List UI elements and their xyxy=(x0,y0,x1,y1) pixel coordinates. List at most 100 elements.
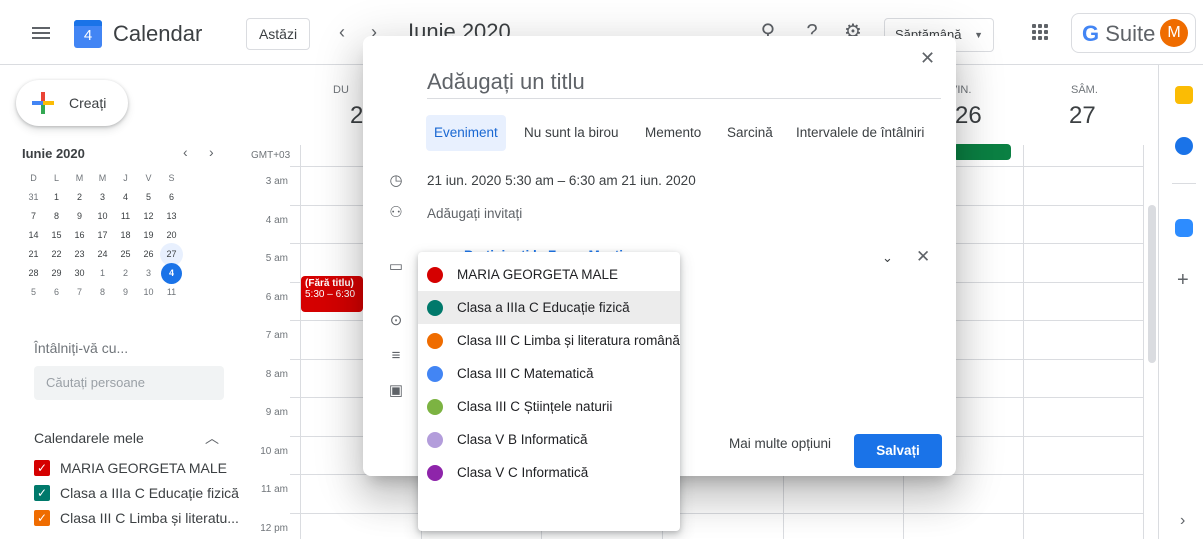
mini-calendar-day[interactable]: 25 xyxy=(114,245,137,264)
event-datetime[interactable]: 21 iun. 2020 5:30 am – 6:30 am 21 iun. 2… xyxy=(427,173,696,188)
mini-weekday-label: J xyxy=(123,173,128,183)
mini-calendar-day[interactable]: 3 xyxy=(91,188,114,207)
mini-calendar-day[interactable]: 22 xyxy=(45,245,68,264)
mini-calendar-day[interactable]: 23 xyxy=(68,245,91,264)
clock-icon: ◷ xyxy=(389,172,403,189)
event-time: 5:30 – 6:30 xyxy=(305,289,356,300)
keep-icon[interactable] xyxy=(1175,86,1193,104)
mini-calendar-day[interactable]: 13 xyxy=(160,207,183,226)
mini-calendar-day[interactable]: 27 xyxy=(160,243,183,266)
mini-calendar-day[interactable]: 26 xyxy=(137,245,160,264)
tab-appointment-slots[interactable]: Intervalele de întâlniri xyxy=(788,115,932,151)
avatar[interactable]: M xyxy=(1160,19,1188,47)
checkbox-checked-icon[interactable]: ✓ xyxy=(34,485,50,501)
mini-calendar-day[interactable]: 24 xyxy=(91,245,114,264)
remove-conference-icon[interactable]: ✕ xyxy=(916,247,930,267)
mini-calendar-day[interactable]: 8 xyxy=(91,283,114,302)
today-button[interactable]: Astăzi xyxy=(246,18,310,50)
save-button[interactable]: Salvați xyxy=(854,434,942,468)
mini-calendar-day[interactable]: 3 xyxy=(137,264,160,283)
mini-calendar-day[interactable]: 10 xyxy=(137,283,160,302)
event-title-input[interactable]: Adăugați un titlu xyxy=(427,69,941,99)
day-header-number-friday[interactable]: 26 xyxy=(955,102,982,130)
mini-calendar-day[interactable]: 17 xyxy=(91,226,114,245)
my-calendar-item[interactable]: ✓ MARIA GEORGETA MALE xyxy=(34,456,227,480)
mini-calendar-day[interactable]: 18 xyxy=(114,226,137,245)
previous-week-icon[interactable]: ‹ xyxy=(339,22,345,43)
add-guests-input[interactable]: Adăugați invitați xyxy=(427,206,522,221)
mini-calendar-day[interactable]: 9 xyxy=(114,283,137,302)
grid-scrollbar[interactable] xyxy=(1148,205,1156,363)
mini-calendar-day[interactable]: 6 xyxy=(45,283,68,302)
mini-prev-month-icon[interactable]: ‹ xyxy=(183,144,188,160)
mini-next-month-icon[interactable]: › xyxy=(209,144,214,160)
calendar-option[interactable]: Clasa V C Informatică xyxy=(418,456,680,489)
mini-calendar-day[interactable]: 14 xyxy=(22,226,45,245)
google-apps-icon[interactable] xyxy=(1032,24,1048,40)
checkbox-checked-icon[interactable]: ✓ xyxy=(34,460,50,476)
mini-calendar-day[interactable]: 20 xyxy=(160,226,183,245)
mini-calendar-day[interactable]: 9 xyxy=(68,207,91,226)
create-button[interactable]: Creați xyxy=(16,80,128,126)
draft-event-block[interactable]: (Fără titlu) 5:30 – 6:30 xyxy=(301,276,363,312)
calendar-option[interactable]: Clasa V B Informatică xyxy=(418,423,680,456)
calendar-option[interactable]: Clasa III C Științele naturii xyxy=(418,390,680,423)
calendar-color-dot-icon xyxy=(427,299,443,316)
tasks-icon[interactable] xyxy=(1175,137,1193,155)
mini-calendar-day[interactable]: 16 xyxy=(68,226,91,245)
mini-calendar-day[interactable]: 30 xyxy=(68,264,91,283)
mini-calendar-day[interactable]: 8 xyxy=(45,207,68,226)
mini-calendar-day[interactable]: 21 xyxy=(22,245,45,264)
hour-label: 6 am xyxy=(265,291,288,303)
zoom-addon-icon[interactable] xyxy=(1175,219,1193,237)
rail-divider xyxy=(1172,183,1196,184)
mini-calendar-day[interactable]: 1 xyxy=(91,264,114,283)
mini-calendar-day[interactable]: 15 xyxy=(45,226,68,245)
calendar-option[interactable]: Clasa III C Limba și literatura română xyxy=(418,324,680,357)
mini-calendar-day[interactable]: 5 xyxy=(137,188,160,207)
mini-calendar-day[interactable]: 1 xyxy=(45,188,68,207)
mini-calendar-day[interactable]: 6 xyxy=(160,188,183,207)
chevron-up-icon[interactable]: ︿ xyxy=(205,428,219,448)
search-people-input[interactable]: Căutați persoane xyxy=(34,366,224,400)
mini-calendar-day[interactable]: 31 xyxy=(22,188,45,207)
my-calendars-title[interactable]: Calendarele mele xyxy=(34,430,144,446)
mini-calendar-day[interactable]: 5 xyxy=(22,283,45,302)
mini-calendar-day[interactable]: 10 xyxy=(91,207,114,226)
calendar-option[interactable]: Clasa III C Matematică xyxy=(418,357,680,390)
mini-calendar-day[interactable]: 2 xyxy=(68,188,91,207)
my-calendar-item[interactable]: ✓ Clasa a IIIa C Educație fizică xyxy=(34,481,239,505)
get-addons-plus-icon[interactable]: + xyxy=(1177,269,1189,292)
my-calendar-label: Clasa III C Limba și literatu... xyxy=(60,510,239,526)
checkbox-checked-icon[interactable]: ✓ xyxy=(34,510,50,526)
collapse-panel-chevron-icon[interactable]: › xyxy=(1180,512,1185,530)
tab-reminder[interactable]: Memento xyxy=(637,115,709,151)
mini-calendar-day[interactable]: 4 xyxy=(160,263,183,284)
close-icon[interactable]: ✕ xyxy=(920,48,935,69)
mini-calendar-day[interactable]: 19 xyxy=(137,226,160,245)
chevron-down-icon[interactable]: ⌄ xyxy=(882,250,893,266)
plus-icon xyxy=(30,90,56,116)
mini-calendar-day[interactable]: 7 xyxy=(68,283,91,302)
mini-calendar-day[interactable]: 7 xyxy=(22,207,45,226)
more-options-button[interactable]: Mai multe opțiuni xyxy=(729,436,831,451)
main-menu-icon[interactable] xyxy=(32,27,50,39)
mini-calendar-day[interactable]: 29 xyxy=(45,264,68,283)
calendar-option-label: Clasa V B Informatică xyxy=(457,432,588,447)
mini-calendar-day[interactable]: 11 xyxy=(160,283,183,302)
mini-calendar-day[interactable]: 4 xyxy=(114,188,137,207)
mini-calendar-day[interactable]: 28 xyxy=(22,264,45,283)
tab-event[interactable]: Eveniment xyxy=(426,115,506,151)
all-day-event[interactable] xyxy=(953,144,1011,160)
tab-out-of-office[interactable]: Nu sunt la birou xyxy=(516,115,627,151)
calendar-option[interactable]: Clasa a IIIa C Educație fizică xyxy=(418,291,680,324)
mini-calendar-day[interactable]: 2 xyxy=(114,264,137,283)
my-calendar-item[interactable]: ✓ Clasa III C Limba și literatu... xyxy=(34,506,239,530)
mini-calendar-day[interactable]: 12 xyxy=(137,207,160,226)
day-header-number-saturday[interactable]: 27 xyxy=(1069,102,1096,130)
mini-calendar-day[interactable]: 11 xyxy=(114,207,137,226)
tab-task[interactable]: Sarcină xyxy=(719,115,781,151)
day-header-number[interactable]: 2 xyxy=(350,102,363,130)
gsuite-account-badge[interactable]: G Suite M xyxy=(1071,13,1196,53)
calendar-option[interactable]: MARIA GEORGETA MALE xyxy=(418,258,680,291)
